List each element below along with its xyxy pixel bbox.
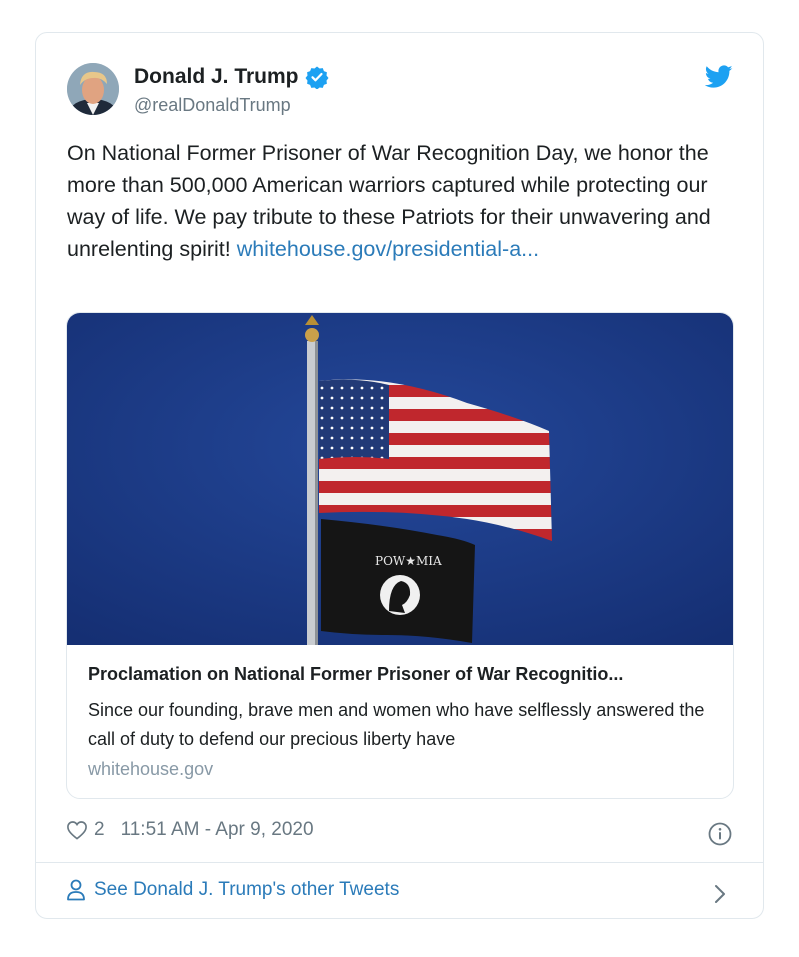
author-handle[interactable]: @realDonaldTrump	[134, 95, 291, 116]
tweet-link[interactable]: whitehouse.gov/presidential-a...	[237, 237, 539, 261]
preview-domain: whitehouse.gov	[88, 759, 214, 779]
preview-image: POW★MIA	[67, 313, 733, 645]
tweet-timestamp[interactable]: 11:51 AM - Apr 9, 2020	[121, 819, 314, 841]
see-other-tweets-label[interactable]: See Donald J. Trump's other Tweets	[94, 879, 399, 901]
preview-title: Proclamation on National Former Prisoner…	[88, 664, 624, 684]
chevron-right-icon[interactable]	[713, 883, 727, 905]
info-icon[interactable]	[708, 822, 732, 846]
preview-description: Since our founding, brave men and women …	[88, 700, 705, 749]
author-name-row: Donald J. Trump	[134, 65, 329, 89]
like-count[interactable]: 2	[94, 819, 105, 841]
embedded-tweet-card: Donald J. Trump @realDonaldTrump On Nati…	[35, 32, 764, 919]
heart-icon[interactable]	[66, 820, 88, 840]
divider	[36, 862, 763, 863]
tweet-meta: 2 11:51 AM - Apr 9, 2020	[66, 819, 314, 841]
verified-badge-icon	[305, 66, 329, 89]
author-name[interactable]: Donald J. Trump	[134, 65, 299, 89]
flags-photo-icon: POW★MIA	[67, 313, 733, 645]
author-avatar[interactable]	[67, 63, 119, 115]
twitter-bird-icon[interactable]	[705, 65, 733, 89]
pow-mia-text: POW★MIA	[375, 554, 442, 568]
person-icon	[67, 879, 85, 901]
tweet-text: On National Former Prisoner of War Recog…	[67, 137, 739, 265]
avatar-photo-icon	[67, 63, 119, 115]
link-preview-card[interactable]: POW★MIA Proclamation on National Former …	[66, 312, 734, 799]
see-other-tweets-link[interactable]: See Donald J. Trump's other Tweets	[66, 879, 734, 901]
